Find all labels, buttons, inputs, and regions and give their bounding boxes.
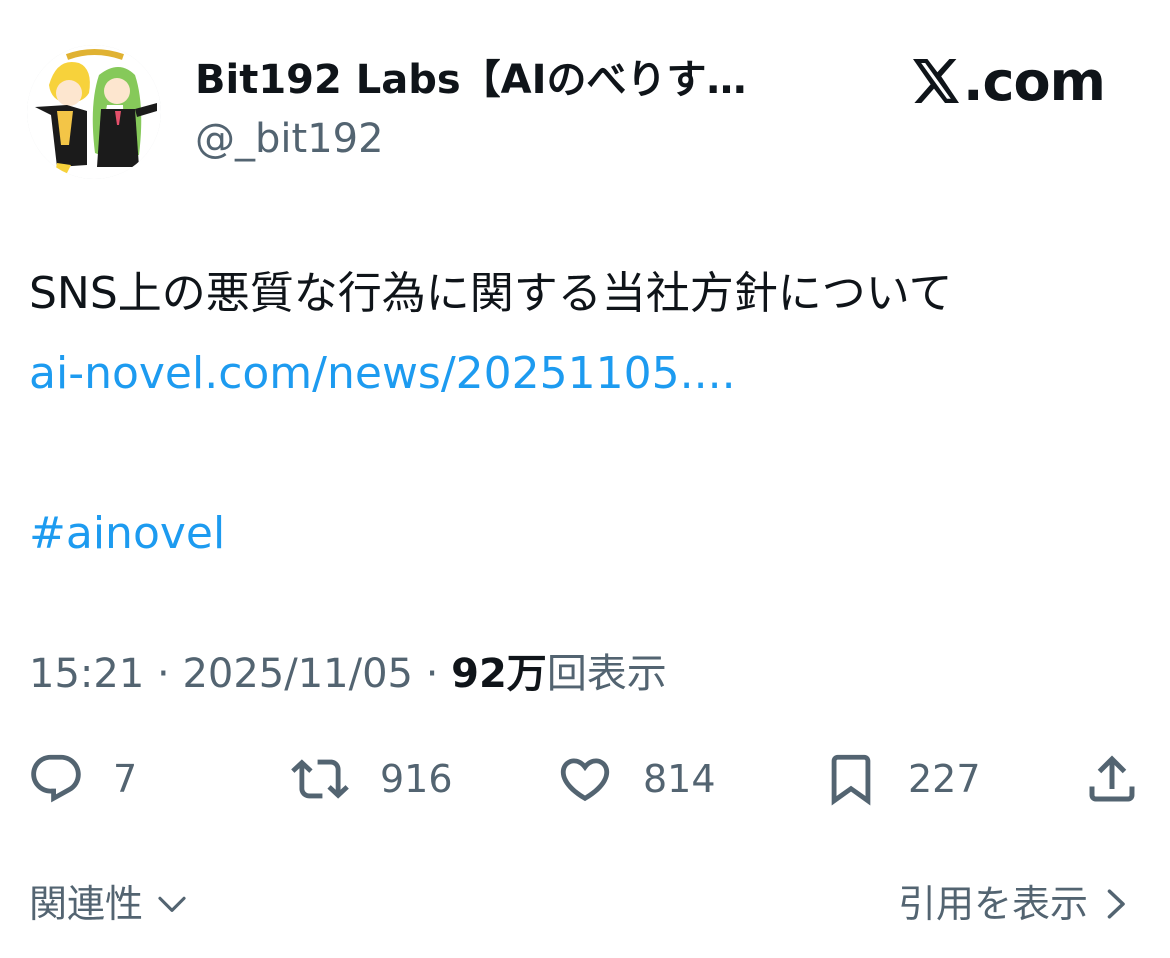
retweet-button[interactable]: 916 [288, 748, 453, 810]
bookmark-icon [831, 754, 871, 806]
share-icon [1089, 755, 1135, 802]
view-quotes-label: 引用を表示 [897, 882, 1088, 926]
display-name[interactable]: Bit192 Labs【AIのべりす… [195, 56, 747, 104]
meta-separator: · [144, 651, 183, 697]
share-button[interactable] [1082, 748, 1142, 810]
chevron-down-icon [158, 896, 186, 912]
views-label: 回表示 [546, 651, 667, 697]
like-count: 814 [643, 757, 716, 801]
anime-characters-avatar [27, 45, 161, 179]
reply-button[interactable]: 7 [27, 748, 137, 810]
hashtag-link[interactable]: #ainovel [29, 506, 225, 562]
retweet-icon [291, 759, 349, 799]
bookmark-button[interactable]: 227 [822, 748, 981, 810]
relevance-sort-button[interactable]: 関連性 [29, 880, 189, 928]
like-button[interactable]: 814 [555, 748, 716, 810]
handle[interactable]: @_bit192 [195, 115, 384, 163]
chevron-right-icon [1107, 889, 1125, 919]
meta-separator: · [412, 651, 452, 697]
reply-icon [31, 754, 81, 803]
x-logo-text: .com [963, 49, 1106, 113]
views-count: 92万 [451, 651, 547, 697]
tweet-link[interactable]: ai-novel.com/news/20251105.... [29, 346, 736, 402]
x-logo-icon [913, 59, 959, 103]
retweet-count: 916 [380, 757, 453, 801]
tweet-meta: 15:21 · 2025/11/05 · 92万回表示 [29, 650, 667, 698]
view-quotes-button[interactable]: 引用を表示 [898, 880, 1132, 928]
tweet-text: SNS上の悪質な行為に関する当社方針について [29, 268, 953, 319]
tweet-time[interactable]: 15:21 [29, 651, 144, 697]
x-logo[interactable]: .com [913, 49, 1106, 113]
reply-count: 7 [113, 757, 138, 801]
avatar[interactable] [27, 45, 161, 179]
bookmark-count: 227 [908, 757, 981, 801]
heart-icon [560, 758, 610, 802]
tweet-date[interactable]: 2025/11/05 [182, 651, 413, 697]
relevance-label: 関連性 [29, 882, 144, 926]
